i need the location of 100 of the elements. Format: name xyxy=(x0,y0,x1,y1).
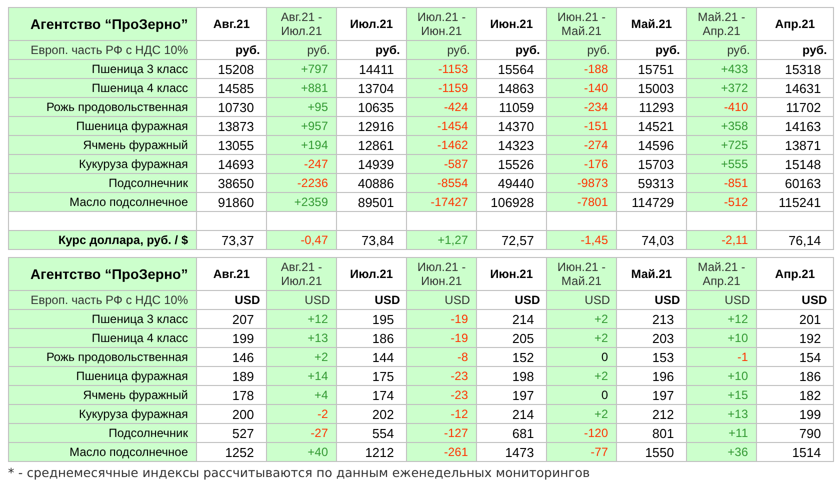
column-header: Май.21 xyxy=(616,258,686,290)
table-cell: +4 xyxy=(266,386,336,404)
table-cell: 1550 xyxy=(616,442,686,462)
row-label: Кукуруза фуражная xyxy=(8,404,196,424)
table-cell: 15564 xyxy=(476,60,546,78)
unit-cell: руб. xyxy=(266,40,336,60)
table-cell: -12 xyxy=(406,404,476,424)
table-cell: 801 xyxy=(616,424,686,442)
table-cell: -261 xyxy=(406,442,476,462)
table-cell: 681 xyxy=(476,424,546,442)
table-cell: -27 xyxy=(266,424,336,442)
table-cell: 214 xyxy=(476,404,546,424)
table-cell: 175 xyxy=(336,366,406,386)
column-header: Июн.21 xyxy=(476,258,546,290)
table-cell: 199 xyxy=(756,404,834,424)
table-cell: 14521 xyxy=(616,116,686,136)
table-cell: 38650 xyxy=(196,174,266,192)
table-cell: -512 xyxy=(686,192,756,212)
table-cell: 13871 xyxy=(756,136,834,154)
row-label: Пшеница 3 класс xyxy=(8,310,196,328)
table-cell: -0,47 xyxy=(266,230,336,250)
unit-label: Европ. часть РФ с НДС 10% xyxy=(8,40,196,60)
table-cell: 14693 xyxy=(196,154,266,174)
table-cell: +2 xyxy=(546,366,616,386)
table-cell: 114729 xyxy=(616,192,686,212)
table-cell: 213 xyxy=(616,310,686,328)
row-label: Рожь продовольственная xyxy=(8,348,196,366)
unit-cell: USD xyxy=(616,290,686,310)
table-cell: 11059 xyxy=(476,98,546,116)
table-cell: +95 xyxy=(266,98,336,116)
table-cell: 74,03 xyxy=(616,230,686,250)
table-cell: 15148 xyxy=(756,154,834,174)
table-cell: 154 xyxy=(756,348,834,366)
table-cell: +358 xyxy=(686,116,756,136)
table-cell: -274 xyxy=(546,136,616,154)
table-cell: +797 xyxy=(266,60,336,78)
table-cell: 11293 xyxy=(616,98,686,116)
table-cell: 15318 xyxy=(756,60,834,78)
table-cell: -234 xyxy=(546,98,616,116)
table-cell: 10730 xyxy=(196,98,266,116)
table-cell: 196 xyxy=(616,366,686,386)
table-cell: 12861 xyxy=(336,136,406,154)
table-cell: +40 xyxy=(266,442,336,462)
table-cell: 554 xyxy=(336,424,406,442)
column-header: Авг.21 - Июл.21 xyxy=(266,258,336,290)
table-cell: 186 xyxy=(756,366,834,386)
table-cell: +11 xyxy=(686,424,756,442)
column-header: Авг.21 - Июл.21 xyxy=(266,8,336,40)
table-cell: 146 xyxy=(196,348,266,366)
unit-cell: USD xyxy=(336,290,406,310)
table-cell: +36 xyxy=(686,442,756,462)
table-cell: +2 xyxy=(546,328,616,348)
table-cell: 73,84 xyxy=(336,230,406,250)
table-cell: +13 xyxy=(686,404,756,424)
table-cell: 214 xyxy=(476,310,546,328)
table-cell: -851 xyxy=(686,174,756,192)
unit-cell: USD xyxy=(406,290,476,310)
table-title: Агентство “ПроЗерно” xyxy=(8,258,196,290)
table-cell: -188 xyxy=(546,60,616,78)
row-label: Пшеница 4 класс xyxy=(8,78,196,98)
row-label: Подсолнечник xyxy=(8,174,196,192)
table-cell: -424 xyxy=(406,98,476,116)
table-cell: 14939 xyxy=(336,154,406,174)
table-cell: 13704 xyxy=(336,78,406,98)
column-header: Апр.21 xyxy=(756,8,834,40)
table-cell: 11702 xyxy=(756,98,834,116)
table-cell: 174 xyxy=(336,386,406,404)
unit-cell: руб. xyxy=(196,40,266,60)
unit-cell: USD xyxy=(476,290,546,310)
table-cell: -120 xyxy=(546,424,616,442)
table-cell: 60163 xyxy=(756,174,834,192)
table-cell: -1 xyxy=(686,348,756,366)
table-cell: 152 xyxy=(476,348,546,366)
unit-cell: руб. xyxy=(336,40,406,60)
table-cell: 12916 xyxy=(336,116,406,136)
table-cell: +13 xyxy=(266,328,336,348)
table-cell: 212 xyxy=(616,404,686,424)
column-header: Апр.21 xyxy=(756,258,834,290)
table-cell: 144 xyxy=(336,348,406,366)
column-header: Июл.21 xyxy=(336,258,406,290)
column-header: Авг.21 xyxy=(196,8,266,40)
table-cell: -8 xyxy=(406,348,476,366)
row-label: Масло подсолнечное xyxy=(8,442,196,462)
table-cell: +2 xyxy=(546,310,616,328)
table-cell: 527 xyxy=(196,424,266,442)
table-cell: 15526 xyxy=(476,154,546,174)
table-cell: -7801 xyxy=(546,192,616,212)
row-label: Ячмень фуражный xyxy=(8,386,196,404)
table-cell: +12 xyxy=(686,310,756,328)
table-cell: 15003 xyxy=(616,78,686,98)
unit-cell: USD xyxy=(266,290,336,310)
row-label: Рожь продовольственная xyxy=(8,98,196,116)
table-cell: 10635 xyxy=(336,98,406,116)
table-cell: +555 xyxy=(686,154,756,174)
unit-cell: USD xyxy=(686,290,756,310)
table-cell: +2359 xyxy=(266,192,336,212)
table-cell: -19 xyxy=(406,328,476,348)
table-cell: 14631 xyxy=(756,78,834,98)
table-cell: 15703 xyxy=(616,154,686,174)
table-cell: 14163 xyxy=(756,116,834,136)
